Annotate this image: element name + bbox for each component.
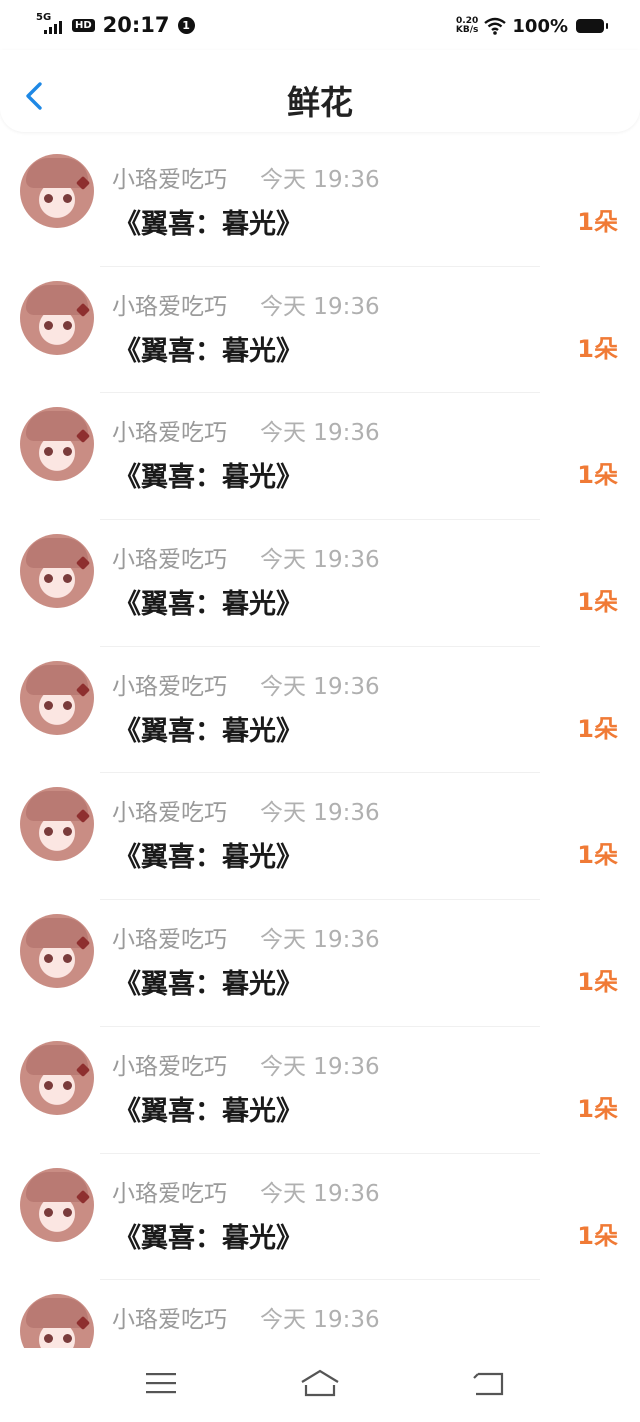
avatar[interactable] bbox=[20, 534, 94, 609]
flower-count: 1朵 bbox=[577, 1221, 618, 1250]
home-icon[interactable] bbox=[300, 1366, 340, 1400]
username[interactable]: 小珞爱吃巧 bbox=[112, 1300, 227, 1334]
avatar[interactable] bbox=[20, 407, 94, 482]
list-item[interactable]: 小珞爱吃巧 今天 19:36 《翼喜：暮光》 1朵 bbox=[0, 140, 640, 267]
list-item[interactable]: 小珞爱吃巧 今天 19:36 《翼喜：暮光》 1朵 bbox=[0, 1154, 640, 1281]
flower-count: 1朵 bbox=[577, 1094, 618, 1123]
avatar[interactable] bbox=[20, 914, 94, 989]
avatar[interactable] bbox=[20, 280, 94, 355]
username[interactable]: 小珞爱吃巧 bbox=[112, 413, 227, 447]
avatar[interactable] bbox=[20, 787, 94, 862]
net-speed-unit: KB/s bbox=[455, 25, 479, 35]
username[interactable]: 小珞爱吃巧 bbox=[112, 793, 227, 827]
net-speed: 0.20 KB/s bbox=[456, 17, 478, 35]
book-title[interactable]: 《翼喜：暮光》 bbox=[114, 709, 303, 748]
battery-icon bbox=[576, 19, 608, 33]
timestamp: 今天 19:36 bbox=[260, 1053, 380, 1080]
timestamp: 今天 19:36 bbox=[260, 927, 380, 954]
avatar[interactable] bbox=[20, 1167, 94, 1242]
username[interactable]: 小珞爱吃巧 bbox=[112, 1047, 227, 1081]
timestamp: 今天 19:36 bbox=[260, 293, 380, 320]
timestamp: 今天 19:36 bbox=[260, 420, 380, 447]
list-item[interactable]: 小珞爱吃巧 今天 19:36 《翼喜：暮光》 1朵 bbox=[0, 1027, 640, 1154]
list-item[interactable]: 小珞爱吃巧 今天 19:36 《翼喜：暮光》 1朵 bbox=[0, 773, 640, 901]
flower-count: 1朵 bbox=[577, 714, 618, 743]
timestamp: 今天 19:36 bbox=[260, 1180, 380, 1207]
flower-count: 1朵 bbox=[577, 588, 618, 617]
timestamp: 今天 19:36 bbox=[260, 547, 380, 574]
book-title[interactable]: 《翼喜：暮光》 bbox=[114, 582, 303, 621]
system-navigation-bar bbox=[0, 1348, 640, 1422]
username[interactable]: 小珞爱吃巧 bbox=[112, 287, 227, 321]
nav-header: 鲜花 bbox=[0, 50, 640, 132]
flower-count: 1朵 bbox=[577, 841, 618, 870]
username[interactable]: 小珞爱吃巧 bbox=[112, 540, 227, 574]
flower-count: 1朵 bbox=[577, 968, 618, 997]
avatar[interactable] bbox=[20, 1294, 94, 1348]
list-item[interactable]: 小珞爱吃巧 今天 19:36 《翼喜：暮光》 1朵 bbox=[0, 647, 640, 774]
status-time: 20:17 bbox=[102, 13, 170, 37]
book-title[interactable]: 《翼喜：暮光》 bbox=[114, 1216, 303, 1255]
book-title[interactable]: 《翼喜：暮光》 bbox=[114, 202, 303, 241]
flower-count: 1朵 bbox=[577, 334, 618, 363]
hd-badge: HD bbox=[72, 18, 95, 32]
book-title[interactable]: 《翼喜：暮光》 bbox=[114, 455, 303, 494]
list-item[interactable]: 小珞爱吃巧 今天 19:36 《翼喜：暮光》 1朵 bbox=[0, 900, 640, 1027]
timestamp: 今天 19:36 bbox=[260, 673, 380, 700]
flower-count: 1朵 bbox=[577, 208, 618, 236]
avatar[interactable] bbox=[20, 1040, 94, 1115]
page-title: 鲜花 bbox=[287, 83, 353, 122]
back-nav-icon[interactable] bbox=[468, 1366, 508, 1400]
list-item[interactable]: 小珞爱吃巧 今天 19:36 《翼喜：暮光》 1朵 bbox=[0, 520, 640, 647]
battery-percent: 100% bbox=[512, 15, 568, 37]
book-title[interactable]: 《翼喜：暮光》 bbox=[114, 329, 303, 368]
flower-record-list[interactable]: 小珞爱吃巧 今天 19:36 《翼喜：暮光》 1朵 小珞爱吃巧 今天 19:36… bbox=[0, 140, 640, 1348]
username[interactable]: 小珞爱吃巧 bbox=[112, 1174, 227, 1208]
timestamp: 今天 19:36 bbox=[260, 1307, 380, 1334]
menu-icon[interactable] bbox=[142, 1366, 182, 1400]
status-bar: 5G HD 20:17 1 0.20 KB/s 100% bbox=[0, 0, 640, 50]
wifi-icon bbox=[484, 17, 507, 35]
book-title[interactable]: 《翼喜：暮光》 bbox=[114, 1089, 303, 1128]
username[interactable]: 小珞爱吃巧 bbox=[112, 667, 227, 701]
timestamp: 今天 19:36 bbox=[260, 167, 380, 193]
list-item[interactable]: 小珞爱吃巧 今天 19:36 《翼喜：暮光》 1朵 bbox=[0, 1280, 640, 1348]
flower-count: 1朵 bbox=[577, 461, 618, 490]
notification-badge: 1 bbox=[177, 16, 195, 34]
avatar[interactable] bbox=[20, 660, 94, 735]
book-title[interactable]: 《翼喜：暮光》 bbox=[114, 835, 303, 874]
avatar[interactable] bbox=[20, 154, 94, 228]
timestamp: 今天 19:36 bbox=[260, 800, 380, 827]
status-left: 5G HD 20:17 1 bbox=[36, 10, 195, 40]
list-item[interactable]: 小珞爱吃巧 今天 19:36 《翼喜：暮光》 1朵 bbox=[0, 393, 640, 521]
username[interactable]: 小珞爱吃巧 bbox=[112, 920, 227, 954]
status-right: 0.20 KB/s 100% bbox=[456, 12, 608, 40]
signal-icon: 5G bbox=[36, 12, 66, 36]
username[interactable]: 小珞爱吃巧 bbox=[112, 160, 227, 194]
book-title[interactable]: 《翼喜：暮光》 bbox=[114, 962, 303, 1001]
list-item[interactable]: 小珞爱吃巧 今天 19:36 《翼喜：暮光》 1朵 bbox=[0, 267, 640, 394]
